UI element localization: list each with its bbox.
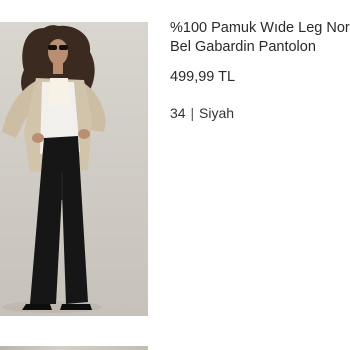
product-variant: 34 | Siyah (170, 105, 350, 121)
variant-separator: | (190, 105, 195, 121)
product-image[interactable] (0, 22, 148, 316)
product-title[interactable]: %100 Pamuk Wıde Leg Norm Bel Gabardin Pa… (170, 19, 350, 57)
product-info: %100 Pamuk Wıde Leg Norm Bel Gabardin Pa… (170, 19, 350, 121)
variant-size: 34 (170, 105, 186, 121)
next-product-image-edge[interactable] (0, 346, 148, 350)
product-title-line-2: Bel Gabardin Pantolon (170, 39, 316, 55)
model-illustration (2, 25, 106, 313)
product-price: 499,99 TL (170, 69, 236, 85)
product-title-line-1: %100 Pamuk Wıde Leg Norm (170, 20, 350, 36)
variant-color: Siyah (199, 105, 235, 121)
